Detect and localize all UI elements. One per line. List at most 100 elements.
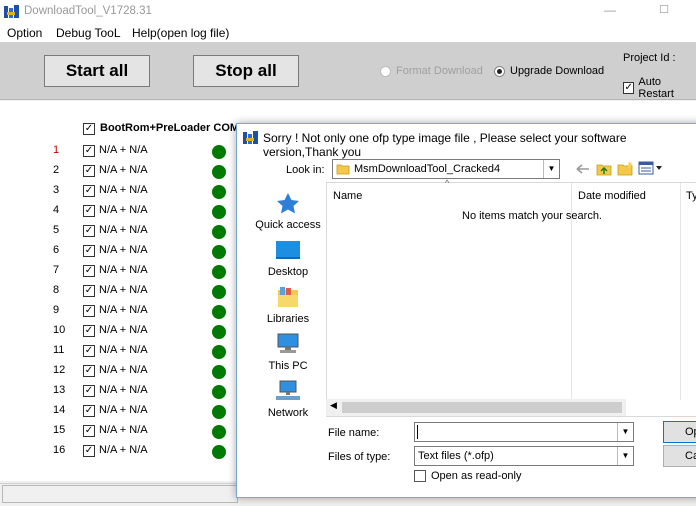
upgrade-download-radio[interactable] (494, 65, 505, 77)
folder-icon (336, 164, 350, 175)
star-icon (277, 193, 299, 214)
row-port-label: N/A + N/A (99, 304, 148, 316)
status-indicator (212, 325, 226, 339)
row-number: 6 (53, 244, 60, 256)
back-arrow-icon[interactable] (575, 162, 591, 176)
format-download-option[interactable]: Format Download (380, 65, 483, 77)
status-indicator (212, 245, 226, 259)
status-indicator (212, 425, 226, 439)
row-number: 12 (53, 364, 66, 376)
look-in-combo[interactable]: MsmDownloadTool_Cracked4 ▼ (332, 159, 560, 179)
cancel-button[interactable]: Can (663, 445, 696, 467)
row-port-label: N/A + N/A (99, 444, 148, 456)
row-checkbox[interactable]: ✓ (83, 305, 95, 317)
network-icon (276, 380, 300, 400)
column-date-modified[interactable]: Date modified (578, 190, 646, 202)
place-this-pc[interactable]: This PC (248, 333, 328, 372)
read-only-label: Open as read-only (431, 470, 522, 482)
files-of-type-label: Files of type: (328, 451, 391, 463)
status-indicator (212, 265, 226, 279)
up-folder-icon[interactable] (596, 161, 612, 177)
row-checkbox[interactable]: ✓ (83, 285, 95, 297)
menu-debug-tool[interactable]: Debug TooL (56, 26, 121, 40)
row-checkbox[interactable]: ✓ (83, 425, 95, 437)
chevron-down-icon[interactable]: ▼ (617, 423, 633, 441)
status-indicator (212, 185, 226, 199)
row-number: 3 (53, 184, 60, 196)
row-port-label: N/A + N/A (99, 184, 148, 196)
place-libraries[interactable]: Libraries (248, 286, 328, 325)
project-id-label: Project Id : (623, 52, 676, 64)
status-indicator (212, 145, 226, 159)
row-checkbox[interactable]: ✓ (83, 165, 95, 177)
auto-restart-option[interactable]: ✓ Auto Restart (623, 76, 696, 100)
computer-icon (277, 333, 299, 353)
row-port-label: N/A + N/A (99, 264, 148, 276)
row-checkbox[interactable]: ✓ (83, 345, 95, 357)
menu-help[interactable]: Help(open log file) (132, 26, 229, 40)
row-checkbox[interactable]: ✓ (83, 405, 95, 417)
row-number: 15 (53, 424, 66, 436)
files-of-type-select[interactable]: Text files (*.ofp) ▼ (414, 446, 634, 466)
place-label: This PC (268, 360, 308, 372)
row-number: 4 (53, 204, 60, 216)
auto-restart-checkbox[interactable]: ✓ (623, 82, 635, 94)
start-all-button[interactable]: Start all (44, 55, 150, 87)
row-checkbox[interactable]: ✓ (83, 385, 95, 397)
place-desktop[interactable]: Desktop (248, 239, 328, 278)
row-checkbox[interactable]: ✓ (83, 365, 95, 377)
row-checkbox[interactable]: ✓ (83, 145, 95, 157)
row-checkbox[interactable]: ✓ (83, 445, 95, 457)
column-name[interactable]: Name (333, 190, 362, 202)
row-checkbox[interactable]: ✓ (83, 185, 95, 197)
file-name-field[interactable]: ▼ (414, 422, 634, 442)
list-header-label: BootRom+PreLoader COM (100, 122, 240, 134)
scrollbar-thumb[interactable] (342, 402, 622, 413)
file-list[interactable]: Name ^ Date modified Ty No items match y… (326, 178, 696, 417)
format-download-radio[interactable] (380, 65, 391, 77)
menu-option[interactable]: Option (7, 26, 42, 40)
stop-all-button[interactable]: Stop all (193, 55, 299, 87)
maximize-icon[interactable]: ☐ (656, 3, 672, 19)
row-port-label: N/A + N/A (99, 164, 148, 176)
chevron-down-icon[interactable]: ▼ (617, 447, 633, 465)
text-cursor (417, 425, 418, 439)
app-icon (243, 131, 258, 144)
status-indicator (212, 225, 226, 239)
row-checkbox[interactable]: ✓ (83, 265, 95, 277)
row-number: 5 (53, 224, 60, 236)
place-label: Quick access (255, 219, 321, 231)
row-checkbox[interactable]: ✓ (83, 205, 95, 217)
row-checkbox[interactable]: ✓ (83, 325, 95, 337)
row-port-label: N/A + N/A (99, 224, 148, 236)
status-indicator (212, 205, 226, 219)
upgrade-download-option[interactable]: Upgrade Download (494, 65, 604, 77)
desktop-icon (276, 241, 300, 259)
row-port-label: N/A + N/A (99, 364, 148, 376)
status-panel (2, 485, 238, 503)
format-download-label: Format Download (396, 65, 483, 77)
row-number: 9 (53, 304, 60, 316)
minimize-icon[interactable]: — (602, 3, 618, 19)
places-bar: Quick access Desktop Libraries This PC N… (248, 182, 328, 422)
chevron-down-icon[interactable]: ▼ (543, 160, 559, 178)
status-indicator (212, 405, 226, 419)
place-label: Network (267, 407, 309, 419)
place-quick-access[interactable]: Quick access (248, 192, 328, 231)
row-checkbox[interactable]: ✓ (83, 245, 95, 257)
place-network[interactable]: Network (248, 380, 328, 419)
row-checkbox[interactable]: ✓ (83, 225, 95, 237)
read-only-checkbox[interactable] (414, 470, 426, 482)
place-label: Libraries (266, 313, 310, 325)
scroll-left-icon[interactable]: ◀ (330, 400, 337, 411)
column-type[interactable]: Ty (686, 190, 696, 202)
read-only-option[interactable]: Open as read-only (414, 470, 522, 482)
new-folder-icon[interactable] (617, 160, 633, 176)
row-number: 1 (53, 144, 60, 156)
view-menu-icon[interactable] (638, 161, 664, 175)
auto-restart-label: Auto Restart (638, 76, 674, 100)
header-checkbox[interactable]: ✓ (83, 123, 95, 135)
status-indicator (212, 345, 226, 359)
place-label: Desktop (267, 266, 309, 278)
open-button[interactable]: Op (663, 421, 696, 443)
